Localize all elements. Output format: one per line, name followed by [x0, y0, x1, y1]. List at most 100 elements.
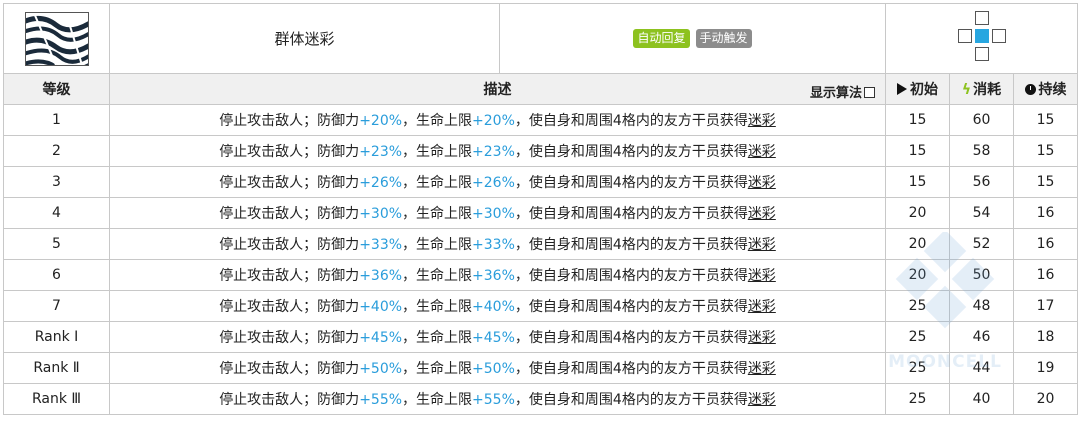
attack-range-cell: [884, 3, 1079, 74]
camouflage-term-link[interactable]: 迷彩: [748, 113, 776, 129]
row-duration: 16: [1012, 259, 1079, 291]
tag-auto-recovery: 自动回复: [633, 29, 690, 48]
desc-text: ，使自身和周围4格内的友方干员获得: [514, 299, 748, 315]
row-initial-sp: 20: [885, 197, 950, 229]
desc-text: 停止攻击敌人；防御力: [219, 113, 360, 129]
row-description: 停止攻击敌人；防御力+50%，生命上限+50%，使自身和周围4格内的友方干员获得…: [109, 352, 886, 384]
desc-text: 停止攻击敌人；防御力: [219, 392, 360, 408]
row-sp-cost: 60: [949, 104, 1014, 136]
row-level: Rank Ⅱ: [3, 352, 110, 384]
row-initial-sp: 15: [885, 104, 950, 136]
table-row: 3 停止攻击敌人；防御力+26%，生命上限+26%，使自身和周围4格内的友方干员获…: [3, 166, 1079, 198]
row-level: 2: [3, 135, 110, 167]
range-tile-left: [957, 28, 972, 43]
row-initial-sp: 15: [885, 166, 950, 198]
desc-text: 停止攻击敌人；防御力: [219, 299, 360, 315]
table-row: Rank Ⅰ 停止攻击敌人；防御力+45%，生命上限+45%，使自身和周围4格内的…: [3, 321, 1079, 353]
range-tile-right: [991, 28, 1006, 43]
row-level: 1: [3, 104, 110, 136]
tag-manual-trigger: 手动触发: [695, 29, 752, 48]
defense-bonus: +40%: [359, 299, 403, 315]
desc-text: ，使自身和周围4格内的友方干员获得: [514, 144, 748, 160]
row-description: 停止攻击敌人；防御力+55%，生命上限+55%，使自身和周围4格内的友方干员获得…: [109, 383, 886, 415]
row-duration: 15: [1012, 166, 1079, 198]
desc-text: ，生命上限: [402, 392, 473, 408]
desc-text: ，使自身和周围4格内的友方干员获得: [514, 392, 748, 408]
row-sp-cost: 40: [949, 383, 1014, 415]
row-description: 停止攻击敌人；防御力+23%，生命上限+23%，使自身和周围4格内的友方干员获得…: [109, 135, 886, 167]
skill-tags: 自动回复 手动触发: [499, 3, 886, 74]
camouflage-term-link[interactable]: 迷彩: [748, 268, 776, 284]
col-initial-label: 初始: [910, 82, 938, 98]
table-row: 7 停止攻击敌人；防御力+40%，生命上限+40%，使自身和周围4格内的友方干员获…: [3, 290, 1079, 322]
zebra-stripe-skill-icon: [24, 11, 89, 66]
desc-text: ，使自身和周围4格内的友方干员获得: [514, 268, 748, 284]
desc-text: 停止攻击敌人；防御力: [219, 237, 360, 253]
max-hp-bonus: +40%: [472, 299, 515, 315]
row-description: 停止攻击敌人；防御力+26%，生命上限+26%，使自身和周围4格内的友方干员获得…: [109, 166, 886, 198]
row-duration: 19: [1012, 352, 1079, 384]
desc-text: 停止攻击敌人；防御力: [219, 330, 360, 346]
desc-text: ，生命上限: [402, 206, 473, 222]
range-tile-self: [974, 28, 989, 43]
show-algorithm-checkbox[interactable]: [864, 87, 875, 98]
table-row: 6 停止攻击敌人；防御力+36%，生命上限+36%，使自身和周围4格内的友方干员获…: [3, 259, 1079, 291]
desc-text: 停止攻击敌人；防御力: [219, 175, 360, 191]
row-initial-sp: 20: [885, 259, 950, 291]
row-level: Rank Ⅲ: [3, 383, 110, 415]
camouflage-term-link[interactable]: 迷彩: [748, 237, 776, 253]
defense-bonus: +33%: [359, 237, 403, 253]
defense-bonus: +50%: [359, 361, 403, 377]
skill-icon-cell: [3, 3, 110, 74]
camouflage-term-link[interactable]: 迷彩: [748, 330, 776, 346]
desc-text: ，生命上限: [402, 299, 473, 315]
range-tile-top: [974, 10, 989, 25]
defense-bonus: +55%: [359, 392, 403, 408]
col-duration-label: 持续: [1038, 82, 1067, 98]
camouflage-term-link[interactable]: 迷彩: [748, 175, 776, 191]
row-sp-cost: 56: [949, 166, 1014, 198]
desc-text: 停止攻击敌人；防御力: [219, 206, 360, 222]
desc-text: ，使自身和周围4格内的友方干员获得: [514, 113, 748, 129]
desc-text: 停止攻击敌人；防御力: [219, 361, 360, 377]
play-icon: [897, 83, 907, 95]
desc-text: ，生命上限: [402, 268, 473, 284]
max-hp-bonus: +50%: [472, 361, 515, 377]
camouflage-term-link[interactable]: 迷彩: [748, 144, 776, 160]
row-duration: 15: [1012, 135, 1079, 167]
defense-bonus: +36%: [359, 268, 403, 284]
col-duration: 持续: [1012, 73, 1079, 105]
row-description: 停止攻击敌人；防御力+30%，生命上限+30%，使自身和周围4格内的友方干员获得…: [109, 197, 886, 229]
desc-text: ，生命上限: [402, 144, 473, 160]
camouflage-term-link[interactable]: 迷彩: [748, 299, 776, 315]
desc-text: ，生命上限: [402, 237, 473, 253]
desc-text: ，生命上限: [402, 330, 473, 346]
table-row: 2 停止攻击敌人；防御力+23%，生命上限+23%，使自身和周围4格内的友方干员获…: [3, 135, 1079, 167]
camouflage-term-link[interactable]: 迷彩: [748, 392, 776, 408]
col-initial: 初始: [885, 73, 950, 105]
row-initial-sp: 25: [885, 321, 950, 353]
camouflage-term-link[interactable]: 迷彩: [748, 206, 776, 222]
desc-text: ，使自身和周围4格内的友方干员获得: [514, 175, 748, 191]
show-algorithm-toggle[interactable]: 显示算法: [810, 82, 875, 101]
table-row: 1 停止攻击敌人；防御力+20%，生命上限+20%，使自身和周围4格内的友方干员获…: [3, 104, 1079, 136]
max-hp-bonus: +20%: [472, 113, 515, 129]
row-sp-cost: 46: [949, 321, 1014, 353]
row-description: 停止攻击敌人；防御力+33%，生命上限+33%，使自身和周围4格内的友方干员获得…: [109, 228, 886, 260]
desc-text: ，使自身和周围4格内的友方干员获得: [514, 361, 748, 377]
row-sp-cost: 50: [949, 259, 1014, 291]
attack-range-grid: [952, 9, 1012, 69]
lightning-icon: ϟ: [961, 82, 972, 98]
row-duration: 18: [1012, 321, 1079, 353]
max-hp-bonus: +23%: [472, 144, 515, 160]
camouflage-term-link[interactable]: 迷彩: [748, 361, 776, 377]
column-header-row: 等级 描述 显示算法 初始 ϟ 消耗 持续: [3, 73, 1079, 105]
row-initial-sp: 25: [885, 352, 950, 384]
skill-name: 群体迷彩: [109, 3, 500, 74]
row-initial-sp: 20: [885, 228, 950, 260]
range-tile-bottom: [974, 46, 989, 61]
skill-header-row: 群体迷彩 自动回复 手动触发: [3, 3, 1079, 74]
desc-text: 停止攻击敌人；防御力: [219, 144, 360, 160]
col-cost: ϟ 消耗: [949, 73, 1014, 105]
row-sp-cost: 54: [949, 197, 1014, 229]
